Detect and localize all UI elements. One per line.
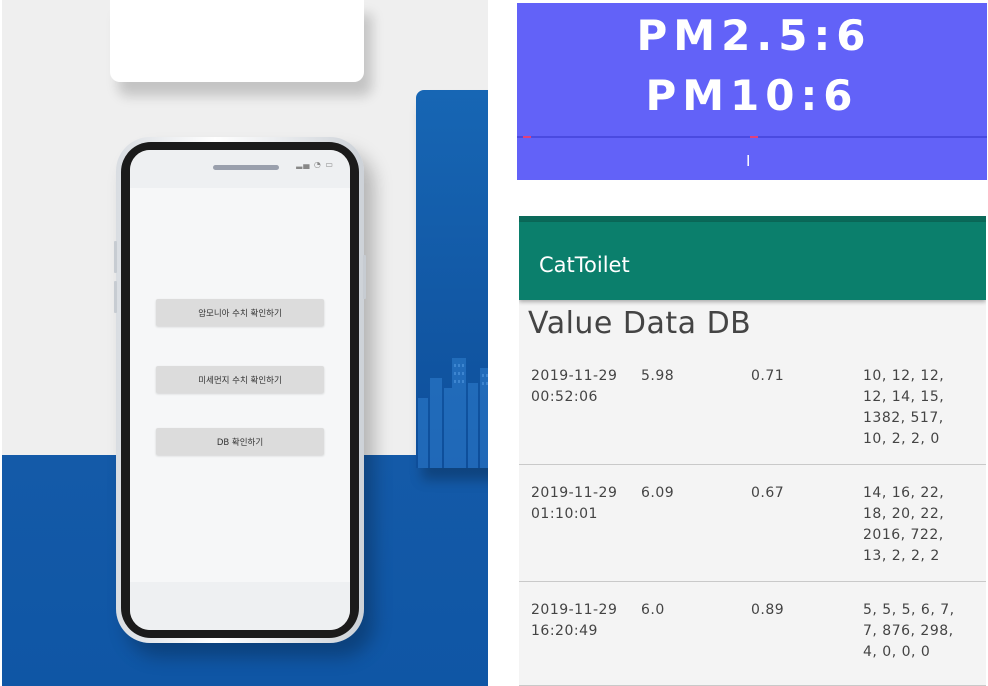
speaker-notch [213,165,279,170]
db-check-button[interactable]: DB 확인하기 [156,428,324,455]
row-value-1: 6.0 [641,602,665,618]
text-cursor: I [746,152,751,170]
row-datetime: 2019-11-29 16:20:49 [531,600,641,642]
row-time: 01:10:01 [531,506,598,522]
blue-card [416,90,488,468]
marker-dot [523,136,531,138]
row-value-line: 18, 20, 22, [863,506,945,522]
phone-nav-bar [130,582,350,630]
phone-bezel: ▂▄ ◔ ▭ 암모니아 수치 확인하기 미세먼지 수치 확인하기 DB 확인하기 [121,142,359,638]
row-value-line: 13, 2, 2, 2 [863,548,940,564]
phone-frame: ▂▄ ◔ ▭ 암모니아 수치 확인하기 미세먼지 수치 확인하기 DB 확인하기 [114,137,366,643]
row-value-line: 5, 5, 5, 6, 7, [863,602,955,618]
row-value-list: 5, 5, 5, 6, 7, 7, 876, 298, 4, 0, 0, 0 [863,600,983,663]
app-bar: CatToilet [519,222,986,300]
phone-screen: ▂▄ ◔ ▭ 암모니아 수치 확인하기 미세먼지 수치 확인하기 DB 확인하기 [130,150,350,630]
row-datetime: 2019-11-29 01:10:01 [531,483,641,525]
row-value-list: 10, 12, 12, 12, 14, 15, 1382, 517, 10, 2… [863,366,983,450]
row-value-1: 6.09 [641,485,675,501]
row-value-2: 0.67 [751,485,785,501]
row-datetime: 2019-11-29 00:52:06 [531,366,641,408]
power-button [363,255,366,299]
app-title: CatToilet [539,253,630,277]
row-value-line: 2016, 722, [863,527,944,543]
city-skyline-icon [418,358,488,468]
battery-icon: ▂▄ ◔ ▭ [296,160,334,169]
pm25-reading: PM2.5:6 [636,11,872,60]
pm-display-panel: PM2.5:6 PM10:6 I [517,3,987,180]
ammonia-check-button[interactable]: 암모니아 수치 확인하기 [156,299,324,326]
list-item[interactable]: 2019-11-29 16:20:49 6.0 0.89 5, 5, 5, 6,… [519,590,986,686]
row-value-line: 7, 876, 298, [863,623,954,639]
row-time: 16:20:49 [531,623,598,639]
page-title: Value Data DB [528,306,752,341]
row-date: 2019-11-29 [531,602,618,618]
row-value-line: 14, 16, 22, [863,485,945,501]
marker-dot [750,136,758,138]
volume-button [114,241,117,273]
row-value-list: 14, 16, 22, 18, 20, 22, 2016, 722, 13, 2… [863,483,983,567]
white-card [110,0,364,82]
db-app-panel: CatToilet Value Data DB 2019-11-29 00:52… [519,216,986,686]
phone-mockup-panel: ▂▄ ◔ ▭ 암모니아 수치 확인하기 미세먼지 수치 확인하기 DB 확인하기 [2,0,488,686]
row-value-2: 0.71 [751,368,785,384]
row-value-line: 1382, 517, [863,410,944,426]
pm10-reading: PM10:6 [645,71,859,120]
composite-screenshot: ▂▄ ◔ ▭ 암모니아 수치 확인하기 미세먼지 수치 확인하기 DB 확인하기… [0,0,988,686]
fine-dust-check-button[interactable]: 미세먼지 수치 확인하기 [156,366,324,393]
row-date: 2019-11-29 [531,368,618,384]
row-value-line: 4, 0, 0, 0 [863,644,931,660]
row-time: 00:52:06 [531,389,598,405]
row-value-1: 5.98 [641,368,675,384]
row-value-line: 12, 14, 15, [863,389,945,405]
row-value-line: 10, 2, 2, 0 [863,431,940,447]
volume-button [114,281,117,313]
row-value-line: 10, 12, 12, [863,368,945,384]
row-date: 2019-11-29 [531,485,618,501]
list-item[interactable]: 2019-11-29 00:52:06 5.98 0.71 10, 12, 12… [519,356,986,465]
list-item[interactable]: 2019-11-29 01:10:01 6.09 0.67 14, 16, 22… [519,473,986,582]
row-value-2: 0.89 [751,602,785,618]
phone-status-bar: ▂▄ ◔ ▭ [130,150,350,188]
